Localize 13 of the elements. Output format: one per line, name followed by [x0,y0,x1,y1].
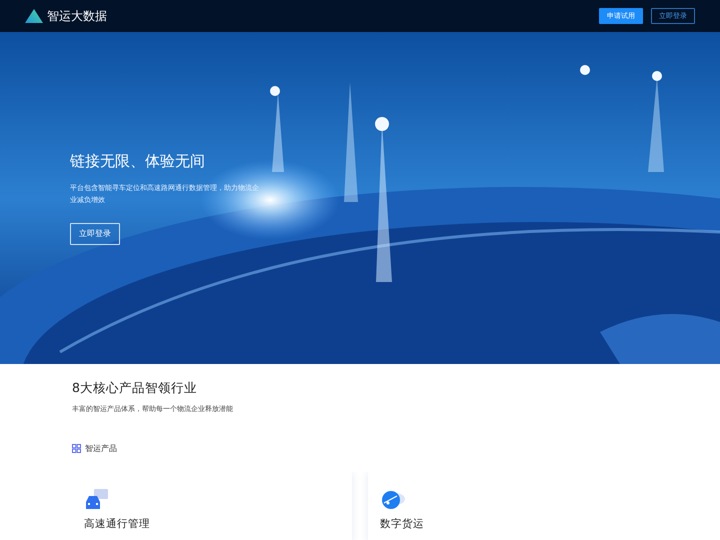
section-title: 8大核心产品智领行业 [72,380,198,395]
product-card[interactable]: 高速通行管理 [72,472,352,540]
car-icon [84,489,110,512]
product-title: 高速通行管理 [84,516,151,532]
globe-icon [380,489,406,512]
products-tab[interactable]: 智运产品 [85,442,117,454]
grid-icon [72,444,81,453]
login-button[interactable]: 立即登录 [70,222,120,244]
brand-name[interactable]: 智运大数据 [47,7,107,25]
product-title: 数字货运 [380,516,425,532]
hero-title: 链接无限、体验无间 [70,152,206,170]
logo-icon [25,9,43,23]
product-card[interactable]: 数字货运 [368,472,648,540]
